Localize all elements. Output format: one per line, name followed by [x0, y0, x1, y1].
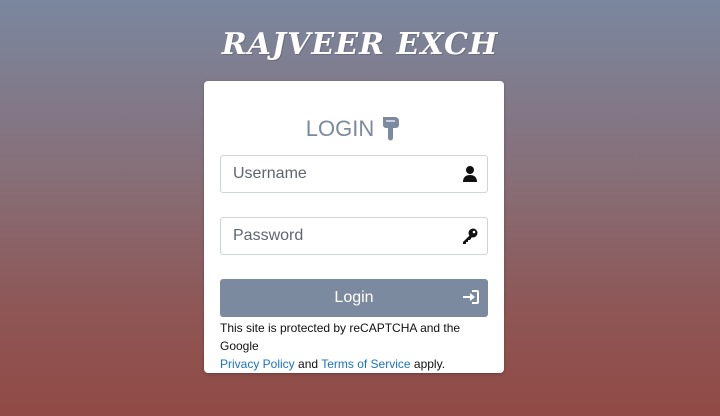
- login-card: LOGIN Login This site is protected by re…: [204, 81, 504, 373]
- username-input[interactable]: [221, 156, 487, 192]
- brand-title: RAJVEER EXCH: [221, 27, 499, 62]
- key-icon: [463, 228, 478, 244]
- recaptcha-notice: This site is protected by reCAPTCHA and …: [220, 319, 492, 373]
- login-heading: LOGIN: [204, 115, 504, 143]
- recaptcha-suffix: apply.: [413, 357, 446, 371]
- hand-pointing-down-icon: [383, 117, 400, 141]
- password-field[interactable]: [220, 217, 488, 255]
- login-heading-text: LOGIN: [305, 116, 375, 141]
- user-icon: [463, 166, 477, 182]
- password-input[interactable]: [221, 218, 487, 254]
- terms-of-service-link[interactable]: Terms of Service: [321, 357, 410, 371]
- recaptcha-and: and: [298, 357, 319, 371]
- login-button[interactable]: Login: [220, 279, 488, 317]
- login-button-label: Login: [334, 289, 374, 306]
- privacy-policy-link[interactable]: Privacy Policy: [220, 357, 295, 371]
- recaptcha-text: This site is protected by reCAPTCHA and …: [220, 321, 461, 353]
- username-field[interactable]: [220, 155, 488, 193]
- sign-in-icon: [463, 290, 479, 304]
